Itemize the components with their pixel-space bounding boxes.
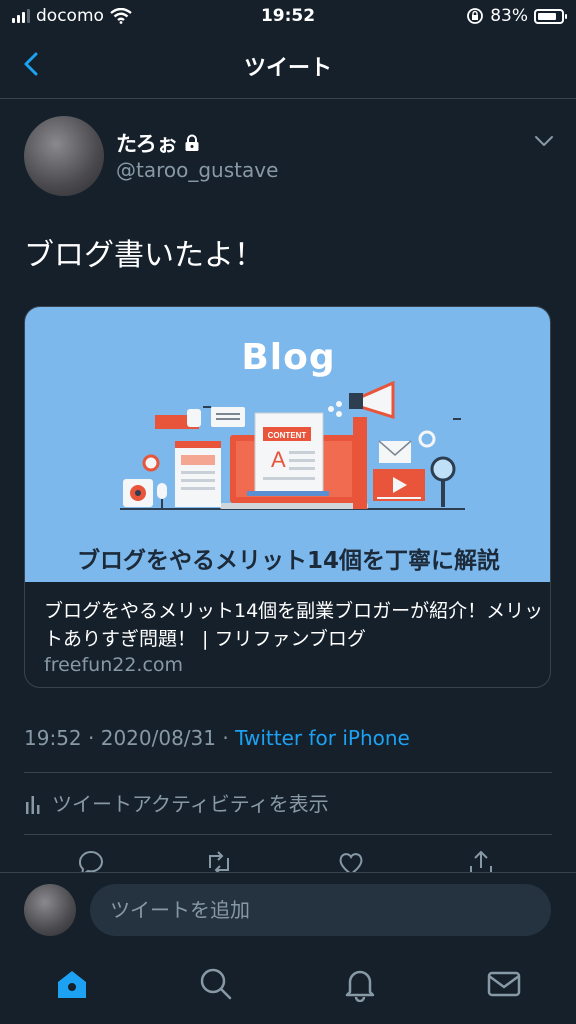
- card-image-tag: CONTENT: [268, 431, 307, 440]
- author-avatar[interactable]: [24, 116, 104, 196]
- divider: [24, 772, 552, 773]
- page-title: ツイート: [243, 56, 332, 81]
- battery-percent: 83%: [490, 6, 528, 26]
- battery-icon: [534, 8, 567, 24]
- retweet-icon[interactable]: [204, 848, 234, 872]
- tweet-time: 19:52: [24, 726, 82, 750]
- chevron-down-icon[interactable]: [534, 134, 554, 148]
- status-right: 83%: [466, 6, 567, 26]
- tweet-date: 2020/08/31: [100, 726, 216, 750]
- author-handle[interactable]: @taroo_gustave: [116, 158, 278, 182]
- bell-icon[interactable]: [342, 966, 378, 1002]
- tweet-activity-label: ツイートアクティビティを表示: [52, 792, 329, 816]
- card-body: ブログをやるメリット14個を副業ブロガーが紹介！メリットありすぎ問題！ | フリ…: [25, 582, 550, 687]
- card-image-banner: ブログをやるメリット14個を丁寧に解説: [76, 548, 500, 574]
- status-bar: docomo 19:52 83%: [0, 0, 576, 34]
- tweet-activity-link[interactable]: ツイートアクティビティを表示: [24, 788, 329, 817]
- tweet-actions: [0, 840, 576, 872]
- reply-input[interactable]: [90, 884, 551, 936]
- lock-icon: [185, 134, 199, 151]
- tweet-source-link[interactable]: Twitter for iPhone: [235, 726, 410, 750]
- link-card[interactable]: Blog CONTENT A ブログをやるメリット14個を丁寧に解説 ブログをや…: [24, 306, 551, 688]
- top-nav: ツイート: [0, 34, 576, 99]
- tweet-text: ブログ書いたよ！: [24, 238, 264, 273]
- card-image: Blog CONTENT A ブログをやるメリット14個を丁寧に解説: [25, 307, 550, 582]
- bar-chart-icon: [26, 795, 40, 814]
- home-icon[interactable]: [54, 966, 90, 1002]
- card-title: ブログをやるメリット14個を副業ブロガーが紹介！メリットありすぎ問題！ | フリ…: [44, 600, 544, 650]
- reply-icon[interactable]: [76, 848, 106, 872]
- divider: [24, 834, 552, 835]
- author-name-row[interactable]: たろぉ: [116, 128, 200, 158]
- my-avatar[interactable]: [24, 884, 76, 936]
- like-icon[interactable]: [336, 848, 366, 872]
- card-domain: freefun22.com: [44, 654, 184, 676]
- mail-icon[interactable]: [486, 966, 522, 1002]
- tweet-meta: 19:52 · 2020/08/31 · Twitter for iPhone: [24, 726, 410, 750]
- search-icon[interactable]: [198, 966, 234, 1002]
- tab-bar: [0, 950, 576, 1024]
- author-name: たろぉ: [116, 132, 178, 156]
- share-icon[interactable]: [466, 848, 496, 872]
- rotation-lock-icon: [467, 8, 484, 24]
- blog-illustration: CONTENT A: [120, 380, 465, 510]
- card-image-letter: A: [271, 447, 286, 472]
